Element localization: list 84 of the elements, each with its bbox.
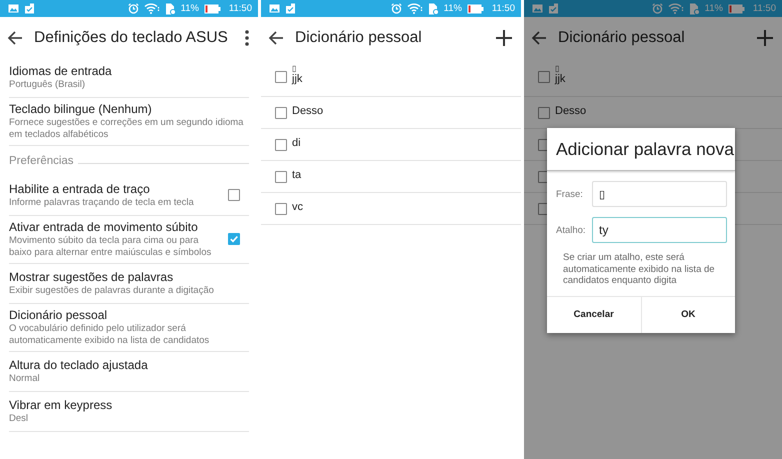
alarm-clock-icon xyxy=(390,3,402,14)
word-phrase: vc xyxy=(292,200,303,212)
dialog-button[interactable]: OK xyxy=(640,296,735,332)
checkbox[interactable] xyxy=(275,106,287,118)
settings-item[interactable]: Altura do teclado ajustada Normal xyxy=(9,352,249,392)
wifi-icon xyxy=(406,3,423,14)
settings-item[interactable]: Habilite a entrada de traço Informe palavras traçando de tecla em tecla xyxy=(9,176,249,216)
section-header: Preferências xyxy=(9,155,74,167)
clock-time: 11:50 xyxy=(752,3,776,14)
item-title: Teclado bilingue (Nenhum) xyxy=(9,102,153,117)
clock-time: 11:50 xyxy=(228,3,252,14)
item-title: Mostrar sugestões de palavras xyxy=(9,270,174,285)
field-label: Frase: xyxy=(556,188,584,200)
checkbox[interactable] xyxy=(228,233,240,245)
word-phrase: di xyxy=(292,136,301,148)
input-field[interactable]: ty xyxy=(592,217,727,243)
item-title: Habilite a entrada de traço xyxy=(9,182,151,197)
item-summary: Português (Brasil) xyxy=(9,78,86,90)
sim-card-icon xyxy=(164,2,176,14)
picture-icon xyxy=(532,4,543,13)
settings-item[interactable]: Dicionário pessoal O vocabulário definido pelo utilizador será automaticamente exibido na lista de candidatos xyxy=(9,304,249,352)
add-icon[interactable] xyxy=(756,28,774,46)
checkbox[interactable] xyxy=(275,170,287,182)
item-summary: Fornece sugestões e correções em um segundo idioma em teclados alfabéticos xyxy=(9,117,244,140)
word-phrase: ▯ xyxy=(555,64,560,72)
item-title: Vibrar em keypress xyxy=(9,398,114,413)
clipboard-icon xyxy=(548,3,559,14)
checkbox[interactable] xyxy=(538,106,550,118)
back-arrow-icon[interactable] xyxy=(531,30,547,46)
word-shortcut: jjk xyxy=(555,72,566,84)
item-summary: Movimento súbito da tecla para cima ou para baixo para alternar entre maiúsculas e símbolos xyxy=(9,235,212,258)
picture-icon xyxy=(269,4,280,13)
settings-item[interactable]: Vibrar em keypress Desl xyxy=(9,392,249,432)
alarm-clock-icon xyxy=(128,3,139,14)
screen-title: Dicionário pessoal xyxy=(558,28,686,46)
word-phrase: ▯ xyxy=(292,64,297,72)
settings-item[interactable]: Teclado bilingue (Nenhum) Fornece sugestões e correções em um segundo idioma em teclados alfabéticos xyxy=(9,98,249,146)
back-arrow-icon[interactable] xyxy=(268,30,284,46)
hint-text: Se criar um atalho, este será automaticamente exibido na lista de candidatos enquanto digita xyxy=(562,251,716,288)
checkbox[interactable] xyxy=(275,202,287,214)
input-field[interactable]: ▯ xyxy=(592,181,727,207)
clock-time: 11:50 xyxy=(492,3,515,14)
wifi-icon xyxy=(144,3,160,14)
field-label: Atalho: xyxy=(556,224,587,236)
settings-item[interactable]: Ativar entrada de movimento súbito Movimento súbito da tecla para cima ou para baixo para alternar entre maiúsculas e símbolos xyxy=(9,216,249,264)
settings-item[interactable]: Mostrar sugestões de palavras Exibir sugestões de palavras durante a digitação xyxy=(9,264,249,304)
picture-icon xyxy=(8,4,19,13)
battery-icon xyxy=(204,4,221,14)
item-title: Altura do teclado ajustada xyxy=(9,358,149,373)
dialog-title: Adicionar palavra nova xyxy=(547,128,735,171)
screen-title: Definições do teclado ASUS xyxy=(34,28,229,46)
battery-percent: 11% xyxy=(704,3,723,14)
wifi-icon xyxy=(668,3,684,14)
item-summary: Exibir sugestões de palavras durante a digitação xyxy=(9,284,215,296)
item-title: Dicionário pessoal xyxy=(9,308,108,323)
clipboard-icon xyxy=(24,3,35,14)
item-title: Idiomas de entrada xyxy=(9,64,113,79)
add-icon[interactable] xyxy=(495,28,513,46)
checkbox[interactable] xyxy=(275,138,287,150)
item-summary: O vocabulário definido pelo utilizador será automaticamente exibido na lista de candidatos xyxy=(9,323,210,346)
item-summary: Informe palavras traçando de tecla em tecla xyxy=(9,196,195,208)
checkbox[interactable] xyxy=(228,189,240,201)
battery-percent: 11% xyxy=(180,3,199,14)
more-options-icon[interactable] xyxy=(244,30,250,46)
item-summary: Desl xyxy=(9,412,30,424)
sim-card-icon xyxy=(428,2,439,14)
word-phrase: Desso xyxy=(292,104,324,116)
item-title: Ativar entrada de movimento súbito xyxy=(9,220,199,235)
screen-title: Dicionário pessoal xyxy=(295,28,423,46)
dialog-button[interactable]: Cancelar xyxy=(547,296,640,332)
sim-card-icon xyxy=(688,2,700,14)
settings-item[interactable]: Idiomas de entrada Português (Brasil) xyxy=(9,58,249,98)
back-arrow-icon[interactable] xyxy=(7,30,23,46)
battery-icon xyxy=(728,4,745,14)
checkbox[interactable] xyxy=(275,71,287,83)
checkbox[interactable] xyxy=(538,71,550,83)
word-shortcut: jjk xyxy=(292,72,302,84)
clipboard-icon xyxy=(285,3,296,14)
word-phrase: ta xyxy=(292,168,302,180)
alarm-clock-icon xyxy=(652,3,663,14)
item-summary: Normal xyxy=(9,372,41,384)
word-phrase: Desso xyxy=(555,104,586,116)
battery-percent: 11% xyxy=(444,3,462,14)
battery-icon xyxy=(466,4,484,14)
